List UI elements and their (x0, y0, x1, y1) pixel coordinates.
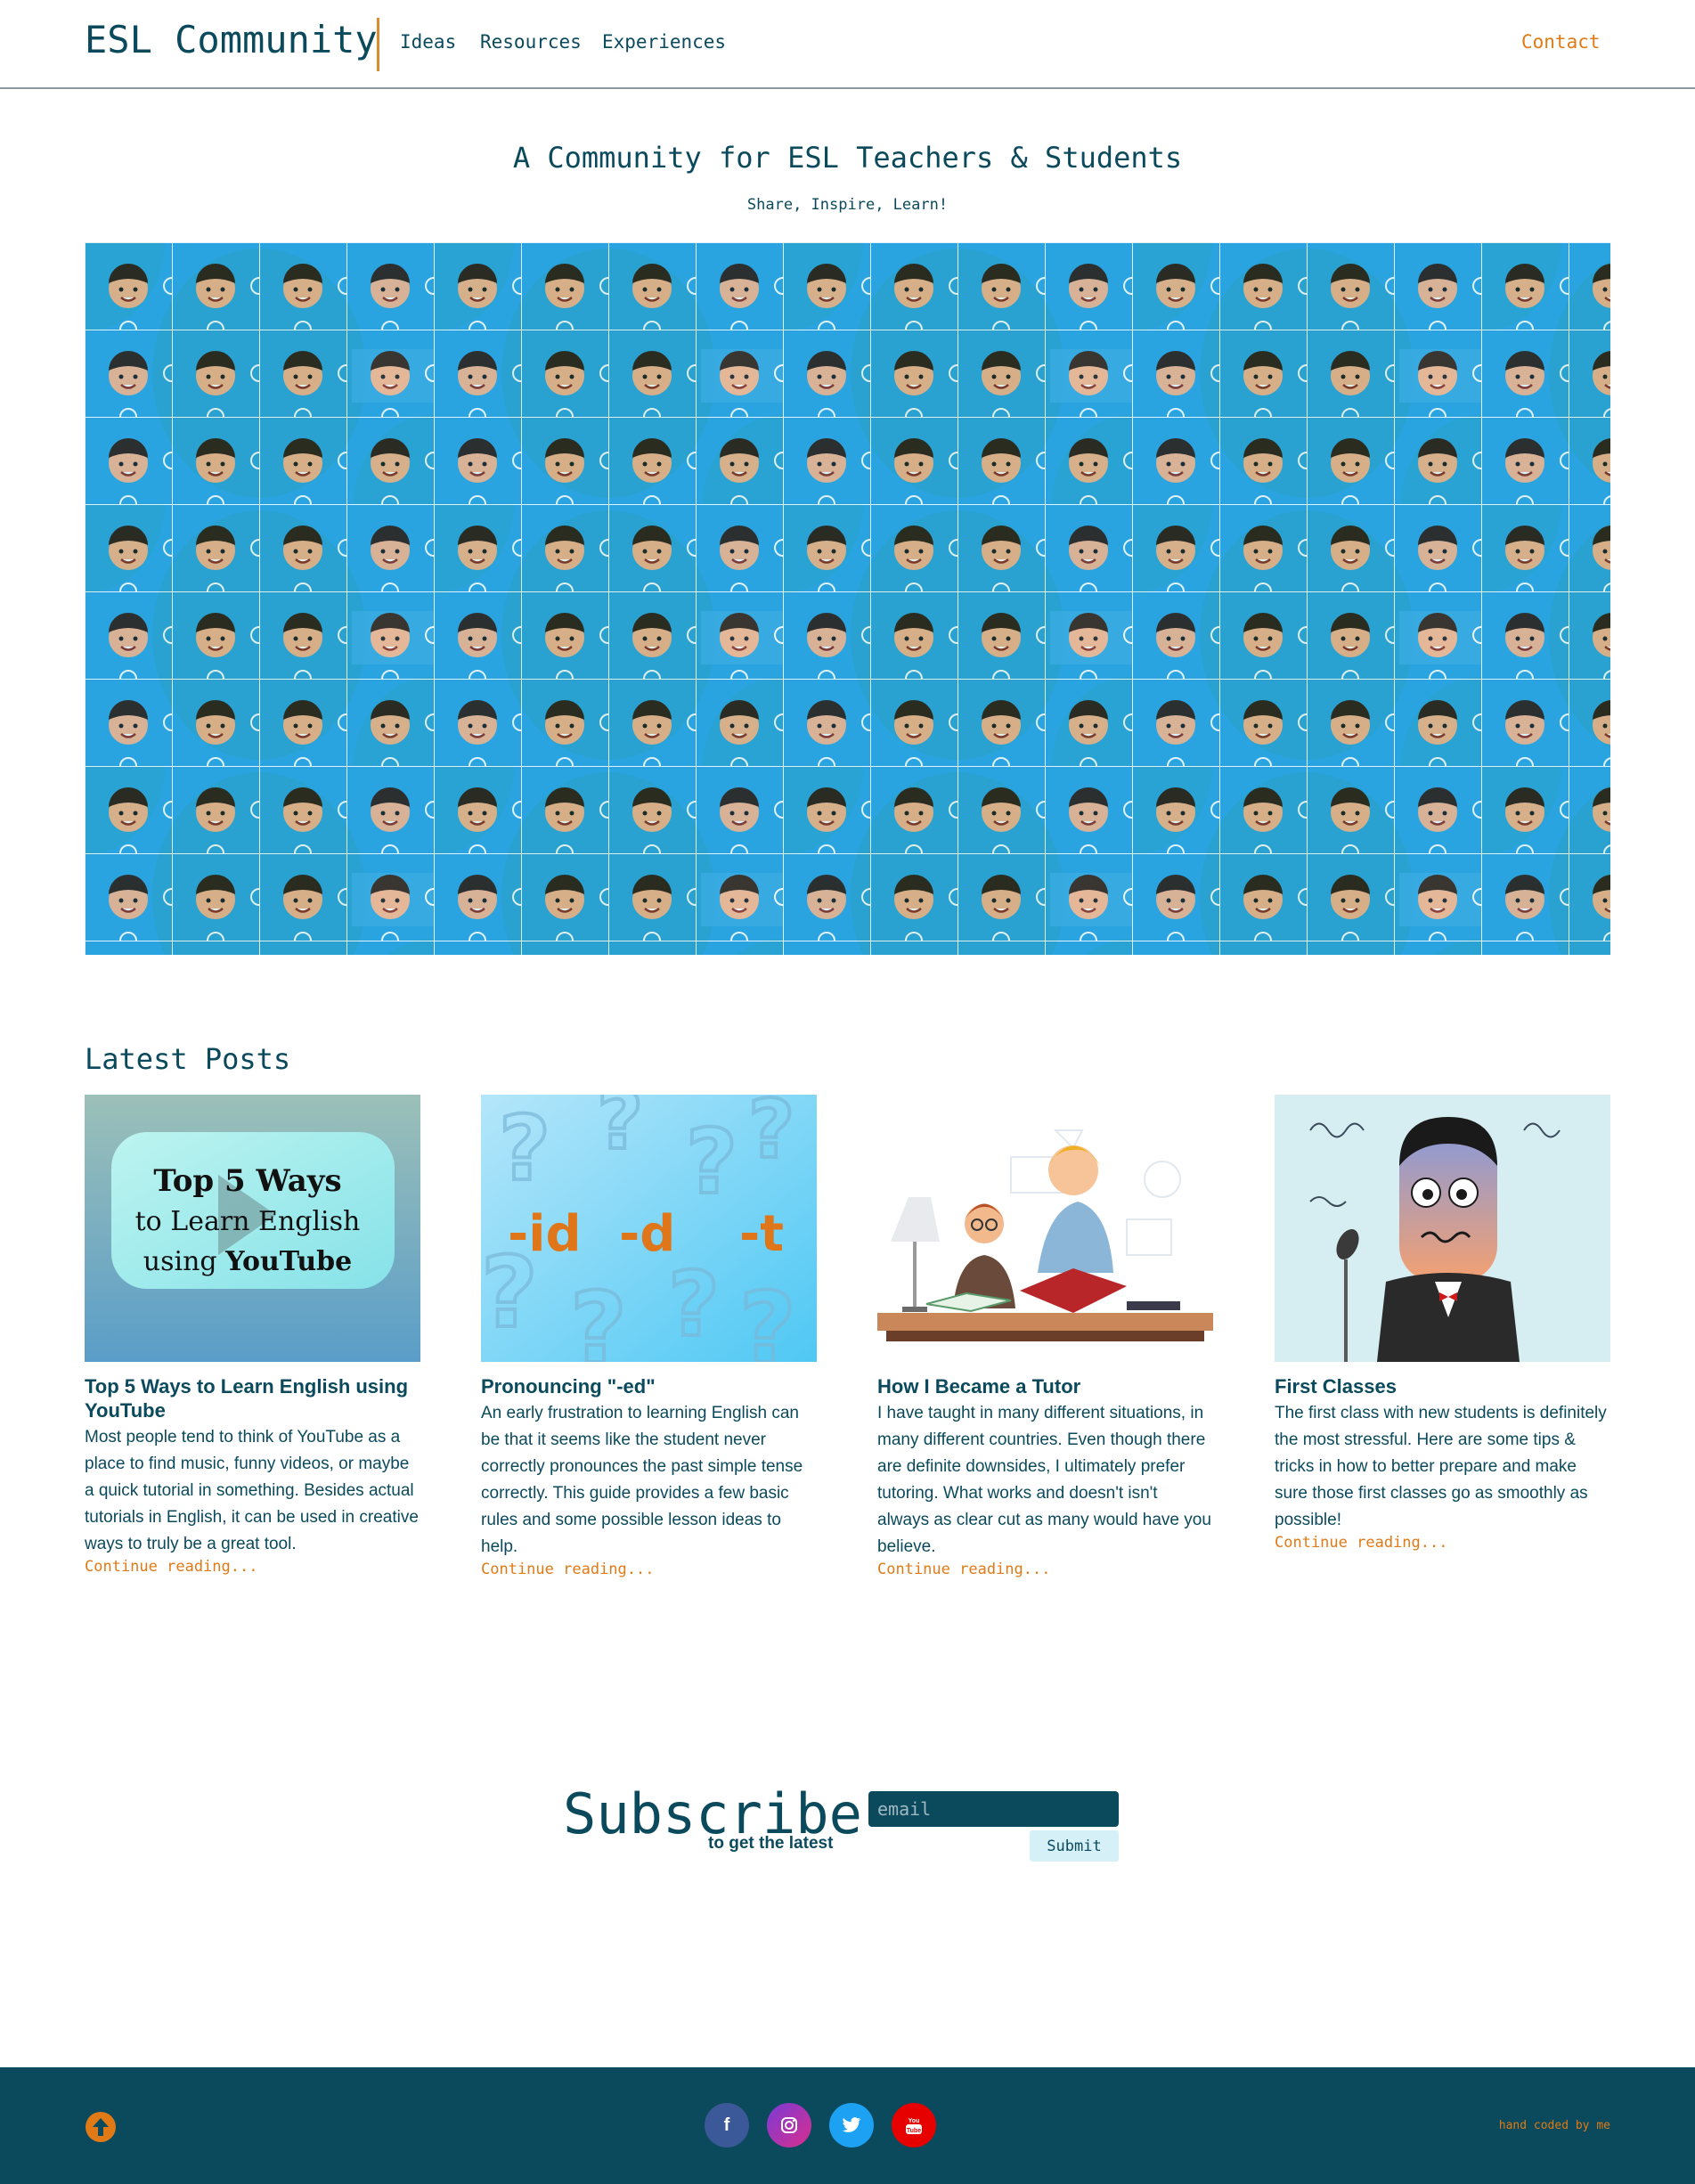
facebook-glyph: f (723, 2115, 730, 2135)
youtube-glyph: You Tube (906, 2118, 922, 2134)
latest-posts-title: Latest Posts (85, 1042, 291, 1076)
back-to-top-icon[interactable] (85, 2111, 117, 2143)
youtube-icon[interactable]: You Tube (892, 2103, 936, 2147)
svg-text:?: ? (748, 1095, 795, 1177)
email-input[interactable] (868, 1791, 1119, 1827)
post-card: Top 5 Ways to Learn English using YouTub… (85, 1095, 420, 1576)
submit-button[interactable]: Submit (1030, 1830, 1119, 1862)
continue-reading-link[interactable]: Continue reading... (85, 1558, 420, 1576)
svg-text:?: ? (570, 1271, 627, 1362)
nav-resources[interactable]: Resources (480, 31, 582, 53)
post-title[interactable]: How I Became a Tutor (877, 1374, 1213, 1398)
site-header: ESL Community Ideas Resources Experience… (0, 0, 1695, 89)
thumb-id-label: -id (508, 1205, 582, 1263)
subscribe-caption: to get the latest (708, 1834, 834, 1853)
thumb-t-label: -t (739, 1205, 784, 1263)
nav-contact[interactable]: Contact (1521, 31, 1601, 53)
post-title[interactable]: Pronouncing "-ed" (481, 1374, 817, 1398)
post-excerpt: I have taught in many different situatio… (877, 1404, 1211, 1556)
instagram-glyph (781, 2117, 797, 2133)
svg-text:?: ? (668, 1252, 720, 1357)
twitter-glyph (842, 2117, 861, 2132)
post-excerpt: The first class with new students is def… (1275, 1404, 1607, 1529)
svg-text:You: You (909, 2118, 920, 2124)
footer-credit: hand coded by me (1498, 2119, 1610, 2132)
post-thumbnail[interactable]: Top 5 Ways to Learn English using YouTub… (85, 1095, 420, 1362)
svg-text:?: ? (499, 1096, 550, 1201)
nav-experiences[interactable]: Experiences (602, 31, 726, 53)
nav-ideas[interactable]: Ideas (400, 31, 456, 53)
post-excerpt: An early frustration to learning English… (481, 1404, 803, 1556)
brand-logo[interactable]: ESL Community (85, 18, 378, 61)
instagram-icon[interactable] (767, 2103, 811, 2147)
post-title[interactable]: First Classes (1275, 1374, 1610, 1398)
post-title[interactable]: Top 5 Ways to Learn English using YouTub… (85, 1374, 420, 1422)
thumb-line2: to Learn English (135, 1206, 361, 1237)
thumb-d-label: -d (619, 1205, 675, 1263)
hero-title: A Community for ESL Teachers & Students (512, 141, 1183, 175)
brand-divider (377, 18, 379, 71)
hero-image (85, 242, 1610, 955)
continue-reading-link[interactable]: Continue reading... (481, 1561, 817, 1578)
svg-text:using YouTube: using YouTube (143, 1246, 352, 1277)
thumb-line1: Top 5 Ways (153, 1163, 341, 1199)
svg-text:?: ? (597, 1095, 643, 1168)
twitter-icon[interactable] (829, 2103, 874, 2147)
continue-reading-link[interactable]: Continue reading... (1275, 1534, 1610, 1552)
post-card: First Classes The first class with new s… (1275, 1095, 1610, 1552)
thumb-line3b: YouTube (224, 1246, 352, 1277)
svg-text:?: ? (739, 1271, 796, 1362)
continue-reading-link[interactable]: Continue reading... (877, 1561, 1213, 1578)
svg-text:Tube: Tube (907, 2128, 921, 2134)
svg-text:?: ? (686, 1110, 737, 1214)
post-excerpt: Most people tend to think of YouTube as … (85, 1428, 419, 1553)
post-card: How I Became a Tutor I have taught in ma… (877, 1095, 1213, 1578)
post-thumbnail[interactable] (877, 1095, 1213, 1362)
post-card: ? ? ? ? ? ? ? ? -id -d -t Pronouncing "-… (481, 1095, 817, 1578)
thumb-line3a: using (143, 1246, 225, 1277)
post-thumbnail[interactable] (1275, 1095, 1610, 1362)
site-footer: f You Tube hand coded by me (0, 2067, 1695, 2184)
post-thumbnail[interactable]: ? ? ? ? ? ? ? ? -id -d -t (481, 1095, 817, 1362)
hero-subtitle: Share, Inspire, Learn! (746, 196, 949, 214)
facebook-icon[interactable]: f (705, 2103, 749, 2147)
